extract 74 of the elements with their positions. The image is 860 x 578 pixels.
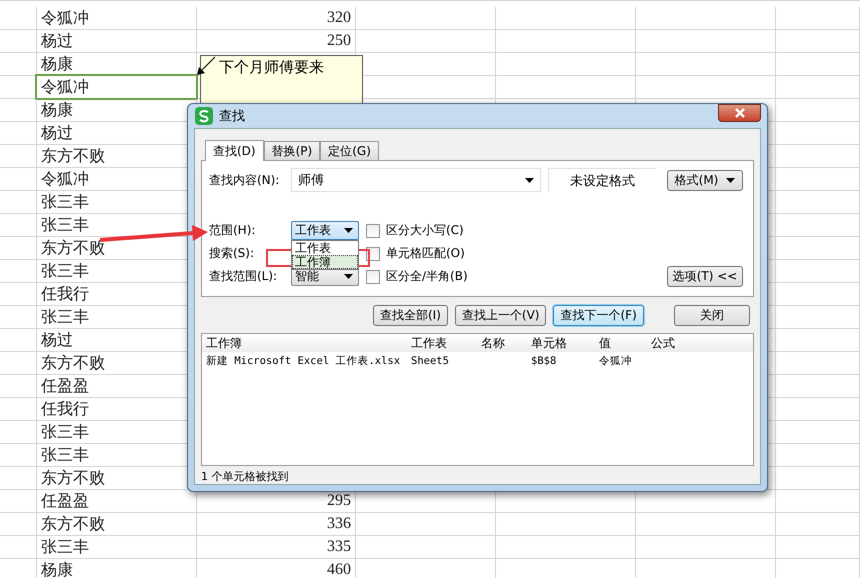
table-cell: 东方不败 xyxy=(41,146,105,166)
table-cell: 250 xyxy=(327,31,351,51)
table-cell: 令狐冲 xyxy=(599,354,632,368)
table-cell: 东方不败 xyxy=(41,514,105,534)
caret-icon xyxy=(344,274,353,279)
table-cell: 张三丰 xyxy=(41,307,89,327)
table-cell: 令狐冲 xyxy=(41,169,89,189)
field-label: 查找内容(N): xyxy=(209,172,280,188)
table-cell: 东方不败 xyxy=(41,238,105,258)
status-text: 1 个单元格被找到 xyxy=(201,469,290,484)
dropdown-option[interactable]: 工作簿 xyxy=(292,255,358,269)
options-button[interactable]: 选项(T) << xyxy=(667,266,743,287)
table-cell: 335 xyxy=(327,537,351,557)
format-button[interactable]: 格式(M) xyxy=(667,170,743,190)
caret-icon xyxy=(344,228,353,233)
search-field[interactable]: 师傅 xyxy=(291,168,541,192)
column-header: 值 xyxy=(598,334,612,352)
table-cell: 令狐冲 xyxy=(41,77,89,97)
table-cell: 张三丰 xyxy=(41,261,89,281)
close-button[interactable]: 关闭 xyxy=(674,305,750,326)
tab[interactable]: 查找(D) xyxy=(205,140,264,161)
column-header: 公式 xyxy=(650,334,676,352)
table-cell: 新建 Microsoft Excel 工作表.xlsx xyxy=(206,354,400,368)
column-header: 工作表 xyxy=(410,334,448,352)
find-button[interactable]: 查找下一个(F) xyxy=(553,305,644,326)
tab[interactable]: 替换(P) xyxy=(264,141,320,160)
checkbox-label: 单元格匹配(O) xyxy=(386,245,465,262)
table-cell: 张三丰 xyxy=(41,215,89,235)
close-icon xyxy=(734,108,746,118)
table-cell: 张三丰 xyxy=(41,445,89,465)
field-label: 范围(H): xyxy=(209,222,256,239)
table-cell: 东方不败 xyxy=(41,353,105,373)
table-cell: 杨过 xyxy=(41,31,73,51)
checkbox-label: 区分全/半角(B) xyxy=(386,268,468,285)
table-cell: 张三丰 xyxy=(41,537,89,557)
app-logo-icon xyxy=(195,107,213,125)
table-cell: 东方不败 xyxy=(41,468,105,488)
close-button[interactable] xyxy=(718,104,761,122)
caret-icon xyxy=(525,178,534,182)
format-preview: 未设定格式 xyxy=(548,168,656,192)
table-cell: 336 xyxy=(327,514,351,534)
window-title: 查找 xyxy=(219,108,245,125)
table-cell: 杨康 xyxy=(41,54,73,74)
table-cell: 任我行 xyxy=(41,399,89,419)
dropdown[interactable]: 工作表 xyxy=(291,221,359,240)
checkbox[interactable] xyxy=(366,224,380,238)
table-cell: 杨过 xyxy=(41,330,73,350)
table-cell: 杨康 xyxy=(41,100,73,120)
find-button[interactable]: 查找上一个(V) xyxy=(454,305,546,326)
field-label: 查找范围(L): xyxy=(209,268,278,285)
table-cell: 460 xyxy=(327,560,351,578)
table-cell: 任盈盈 xyxy=(41,491,89,511)
table-cell: 任我行 xyxy=(41,284,89,304)
table-cell: 任盈盈 xyxy=(41,376,89,396)
comment-text: 下个月师傅要来 xyxy=(219,58,324,76)
field-label: 搜索(S): xyxy=(209,245,256,262)
table-cell: 令狐冲 xyxy=(41,8,89,28)
table-cell: Sheet5 xyxy=(411,354,449,366)
column-header: 单元格 xyxy=(530,334,568,352)
table-cell: 杨过 xyxy=(41,123,73,143)
checkbox[interactable] xyxy=(366,270,380,284)
column-header: 工作簿 xyxy=(205,334,243,352)
tab[interactable]: 定位(G) xyxy=(320,141,379,160)
checkbox-label: 区分大小写(C) xyxy=(386,222,464,239)
column-header: 名称 xyxy=(480,334,506,352)
find-button[interactable]: 查找全部(I) xyxy=(373,305,448,326)
table-cell: 杨康 xyxy=(41,560,73,578)
table-cell: 张三丰 xyxy=(41,192,89,212)
table-cell: 320 xyxy=(327,8,351,28)
table-cell: 295 xyxy=(327,491,351,511)
caret-icon xyxy=(726,178,736,182)
dropdown-option[interactable]: 工作表 xyxy=(292,241,358,255)
table-cell: $B$8 xyxy=(531,354,556,366)
table-cell: 张三丰 xyxy=(41,422,89,442)
